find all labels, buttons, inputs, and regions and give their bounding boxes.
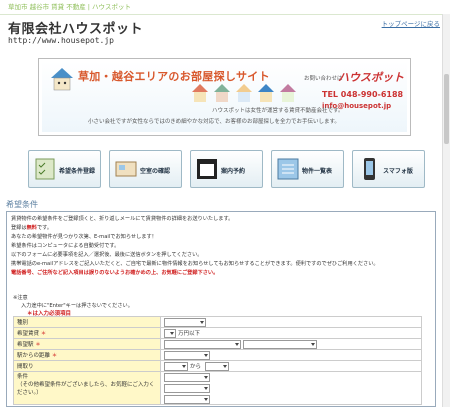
station-line-select[interactable] [164,339,241,349]
condition-select-2[interactable] [164,383,210,393]
condition-select-3[interactable] [164,394,210,404]
banner-logo: ハウスポット [338,71,404,84]
form-row-distance: 駅からの距離 ＊ [13,349,422,361]
layout-from-suffix: から [190,364,202,370]
form-label: 駅からの距離 ＊ [13,349,161,361]
main-nav: 希望条件登録 空室の確認 案内予約 物件一覧表 スマフォ版 [28,150,428,190]
section-title: 希望条件 [6,200,38,209]
breadcrumb-text[interactable]: 草加市 越谷市 賃貸 不動産 | ハウスポット [8,3,131,11]
distance-select[interactable] [164,350,210,360]
rent-select[interactable] [164,328,176,338]
form-label: 希望駅 ＊ [13,338,161,350]
nav-viewing-reservation-button[interactable]: 案内予約 [190,150,263,188]
calendar-icon [197,159,217,179]
preference-form: 賃貸物件の希望条件をご登録頂くと、折り返しメールにて賃貸物件の詳細をお送りいたし… [6,211,436,407]
smartphone-icon [364,158,375,180]
intro-line: 携帯電話のe-mailアドレスをご記入いただくと、ご自宅で最新に物件情報をお知ら… [11,261,379,267]
intro-line: あなたの希望物件が見つかり次第、E-mailでお知らせします！ [11,234,157,240]
form-label: 間取り [13,360,161,372]
nav-vacancy-button[interactable]: 空室の確認 [109,150,182,188]
room-icon [115,161,137,177]
nav-label: 希望条件登録 [59,168,96,175]
top-page-link[interactable]: トップページに戻る [382,18,440,28]
station-select[interactable] [243,339,317,349]
banner: 草加・越谷エリアのお部屋探しサイト お問い合わせは ハウスポット TEL 048… [38,58,411,136]
form-row-layout: 間取り から [13,360,422,372]
checklist-icon [35,158,55,180]
banner-contact-label: お問い合わせは [304,76,343,82]
intro-line: 以下のフォームに必要事項を記入／選択後、最後に送信ボタンを押してください。 [11,252,203,258]
scrollbar[interactable] [442,14,450,407]
notes: ※注意 入力途中に"Enter"キーは押さないでください。 [13,294,133,310]
layout-from-select[interactable] [164,361,188,371]
intro-warning: 電話番号、ご住所など記入項目は誤りのないようお確かめの上、お気軽にご登録下さい。 [11,270,219,276]
intro-text: 賃貸物件の希望条件をご登録頂くと、折り返しメールにて賃貸物件の詳細をお送りいたし… [11,215,431,278]
nav-smartphone-button[interactable]: スマフォ版 [352,150,425,188]
house-mascot-icon [51,68,73,91]
form-label: 種別 [13,316,161,328]
site-header: 有限会社ハウスポット http://www.housepot.jp トップページ… [0,15,450,49]
notes-title: ※注意 [13,295,28,301]
nav-label: スマフォ版 [383,168,413,175]
form-table: 種別 希望賃貸 ＊ 万円以下 希望駅 ＊ 駅からの距離 ＊ 間取り から 条件（… [13,316,422,405]
nav-property-list-button[interactable]: 物件一覧表 [271,150,344,188]
banner-subtitle-1: ハウスポットは女性が運営する賃貸不動産会社です。 [212,108,344,114]
rent-suffix: 万円以下 [178,331,201,337]
form-row-rent: 希望賃貸 ＊ 万円以下 [13,327,422,339]
type-select[interactable] [164,317,206,327]
nav-preference-register-button[interactable]: 希望条件登録 [28,150,101,188]
form-row-station: 希望駅 ＊ [13,338,422,350]
houses-illustration-icon [192,84,296,102]
breadcrumb[interactable]: 草加市 越谷市 賃貸 不動産 | ハウスポット [0,0,450,15]
company-name: 有限会社ハウスポット [8,22,144,37]
nav-label: 物件一覧表 [302,168,333,175]
scrollbar-thumb[interactable] [444,74,449,144]
form-row-type: 種別 [13,316,422,328]
form-label: 希望賃貸 ＊ [13,327,161,339]
banner-phone: TEL 048-990-6188 [322,90,404,99]
layout-to-select[interactable] [205,361,230,371]
site-url: http://www.housepot.jp [8,36,114,45]
banner-subtitle-2: 小さい会社ですが女性ならではのきめ細やかな対応で、お客様のお部屋探しを全力でお手… [88,119,340,125]
intro-line-free: 登録は無料です。 [11,225,53,231]
intro-line: 賃貸物件の希望条件をご登録頂くと、折り返しメールにて賃貸物件の詳細をお送りいたし… [11,216,234,222]
condition-select-1[interactable] [164,372,210,382]
form-row-conditions: 条件 （その他希望条件がございましたら、お気軽にご入力ください。） [13,371,422,405]
nav-label: 案内予約 [221,168,246,175]
nav-label: 空室の確認 [140,168,171,175]
list-icon [277,158,299,180]
form-label: 条件 （その他希望条件がございましたら、お気軽にご入力ください。） [13,371,161,405]
intro-line: 希望条件はコンピュータによる自動受付です。 [11,243,120,249]
